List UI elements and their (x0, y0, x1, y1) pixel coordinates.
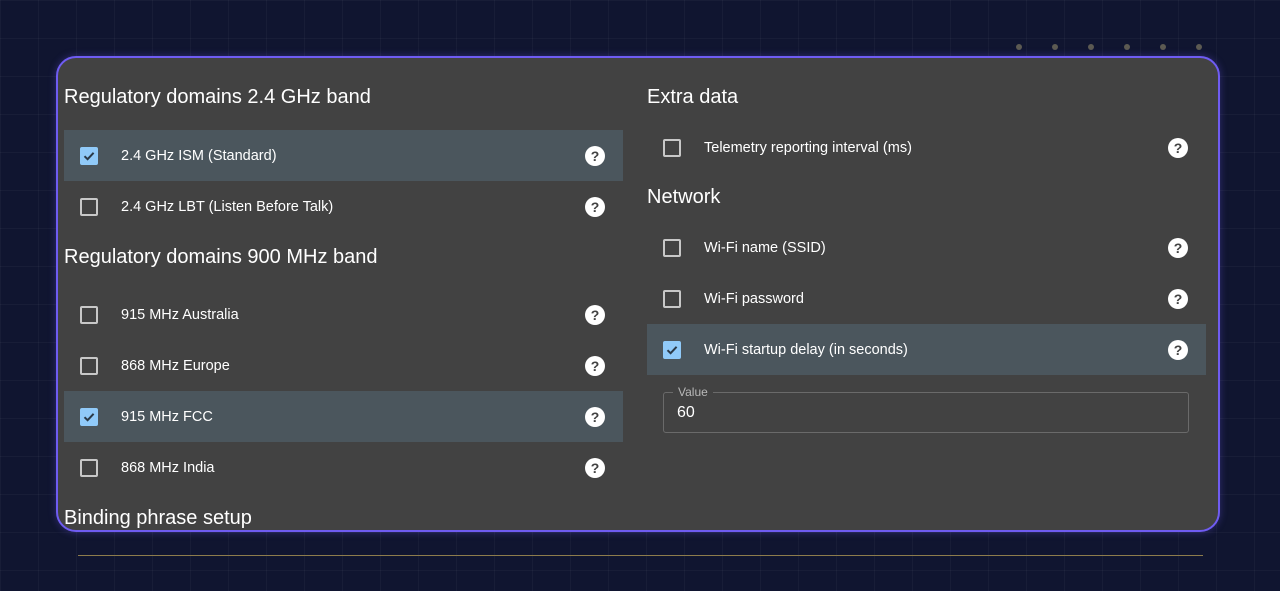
option-row-wifi-password[interactable]: Wi-Fi password ? (647, 273, 1206, 324)
option-row-wifi-startup-delay[interactable]: Wi-Fi startup delay (in seconds) ? (647, 324, 1206, 375)
option-label: 868 MHz India (121, 459, 215, 476)
option-label: 915 MHz FCC (121, 408, 213, 425)
svg-text:?: ? (1174, 140, 1183, 156)
dot (1052, 44, 1058, 50)
option-row-915-fcc[interactable]: 915 MHz FCC ? (64, 391, 623, 442)
help-circle-icon[interactable]: ? (585, 304, 605, 325)
help-circle-icon[interactable]: ? (1168, 288, 1188, 309)
section-title-extra-data: Extra data (647, 86, 739, 108)
svg-text:?: ? (1174, 240, 1183, 256)
section-title-network: Network (647, 186, 721, 208)
help-circle-icon[interactable]: ? (585, 355, 605, 376)
help-circle-icon[interactable]: ? (1168, 237, 1188, 258)
option-row-telemetry-interval[interactable]: Telemetry reporting interval (ms) ? (647, 122, 1206, 173)
option-row-2-4ghz-ism[interactable]: 2.4 GHz ISM (Standard) ? (64, 130, 623, 181)
option-row-2-4ghz-lbt[interactable]: 2.4 GHz LBT (Listen Before Talk) ? (64, 181, 623, 232)
option-label: Wi-Fi startup delay (in seconds) (704, 341, 908, 358)
check-icon (666, 345, 678, 355)
section-title-binding-phrase: Binding phrase setup (64, 507, 252, 529)
section-title-2-4ghz: Regulatory domains 2.4 GHz band (64, 86, 371, 108)
option-row-915-australia[interactable]: 915 MHz Australia ? (64, 289, 623, 340)
checkbox[interactable] (80, 356, 98, 375)
svg-text:?: ? (591, 460, 600, 476)
value-field-label: Value (673, 384, 713, 400)
help-circle-icon[interactable]: ? (1168, 339, 1188, 360)
option-label: Wi-Fi password (704, 290, 804, 307)
section-title-900mhz: Regulatory domains 900 MHz band (64, 246, 378, 268)
option-row-868-europe[interactable]: 868 MHz Europe ? (64, 340, 623, 391)
help-circle-icon[interactable]: ? (585, 196, 605, 217)
help-circle-icon[interactable]: ? (585, 457, 605, 478)
dot (1160, 44, 1166, 50)
check-icon (83, 412, 95, 422)
checkbox[interactable] (80, 305, 98, 324)
dot (1088, 44, 1094, 50)
svg-text:?: ? (591, 148, 600, 164)
help-circle-icon[interactable]: ? (585, 145, 605, 166)
checkbox[interactable] (80, 146, 98, 165)
value-field-text[interactable]: 60 (677, 404, 695, 422)
checkbox[interactable] (663, 289, 681, 308)
svg-text:?: ? (591, 409, 600, 425)
checkbox[interactable] (80, 458, 98, 477)
option-label: 2.4 GHz ISM (Standard) (121, 147, 277, 164)
option-label: 868 MHz Europe (121, 357, 230, 374)
svg-text:?: ? (1174, 342, 1183, 358)
svg-text:?: ? (591, 358, 600, 374)
option-label: 915 MHz Australia (121, 306, 239, 323)
checkbox[interactable] (80, 407, 98, 426)
help-circle-icon[interactable]: ? (585, 406, 605, 427)
checkbox[interactable] (663, 138, 681, 157)
option-label: Wi-Fi name (SSID) (704, 239, 826, 256)
check-icon (83, 151, 95, 161)
dot (1124, 44, 1130, 50)
wifi-startup-delay-value-field[interactable]: Value 60 (663, 384, 1189, 433)
decorative-dots (1016, 44, 1202, 50)
divider-line (78, 555, 1203, 556)
help-circle-icon[interactable]: ? (1168, 137, 1188, 158)
dot (1196, 44, 1202, 50)
option-label: 2.4 GHz LBT (Listen Before Talk) (121, 198, 334, 215)
svg-text:?: ? (1174, 291, 1183, 307)
checkbox[interactable] (663, 238, 681, 257)
option-row-868-india[interactable]: 868 MHz India ? (64, 442, 623, 493)
option-row-wifi-ssid[interactable]: Wi-Fi name (SSID) ? (647, 222, 1206, 273)
svg-text:?: ? (591, 199, 600, 215)
checkbox[interactable] (80, 197, 98, 216)
option-label: Telemetry reporting interval (ms) (704, 139, 912, 156)
svg-text:?: ? (591, 307, 600, 323)
checkbox[interactable] (663, 340, 681, 359)
settings-panel: Regulatory domains 2.4 GHz band 2.4 GHz … (56, 56, 1220, 532)
dot (1016, 44, 1022, 50)
